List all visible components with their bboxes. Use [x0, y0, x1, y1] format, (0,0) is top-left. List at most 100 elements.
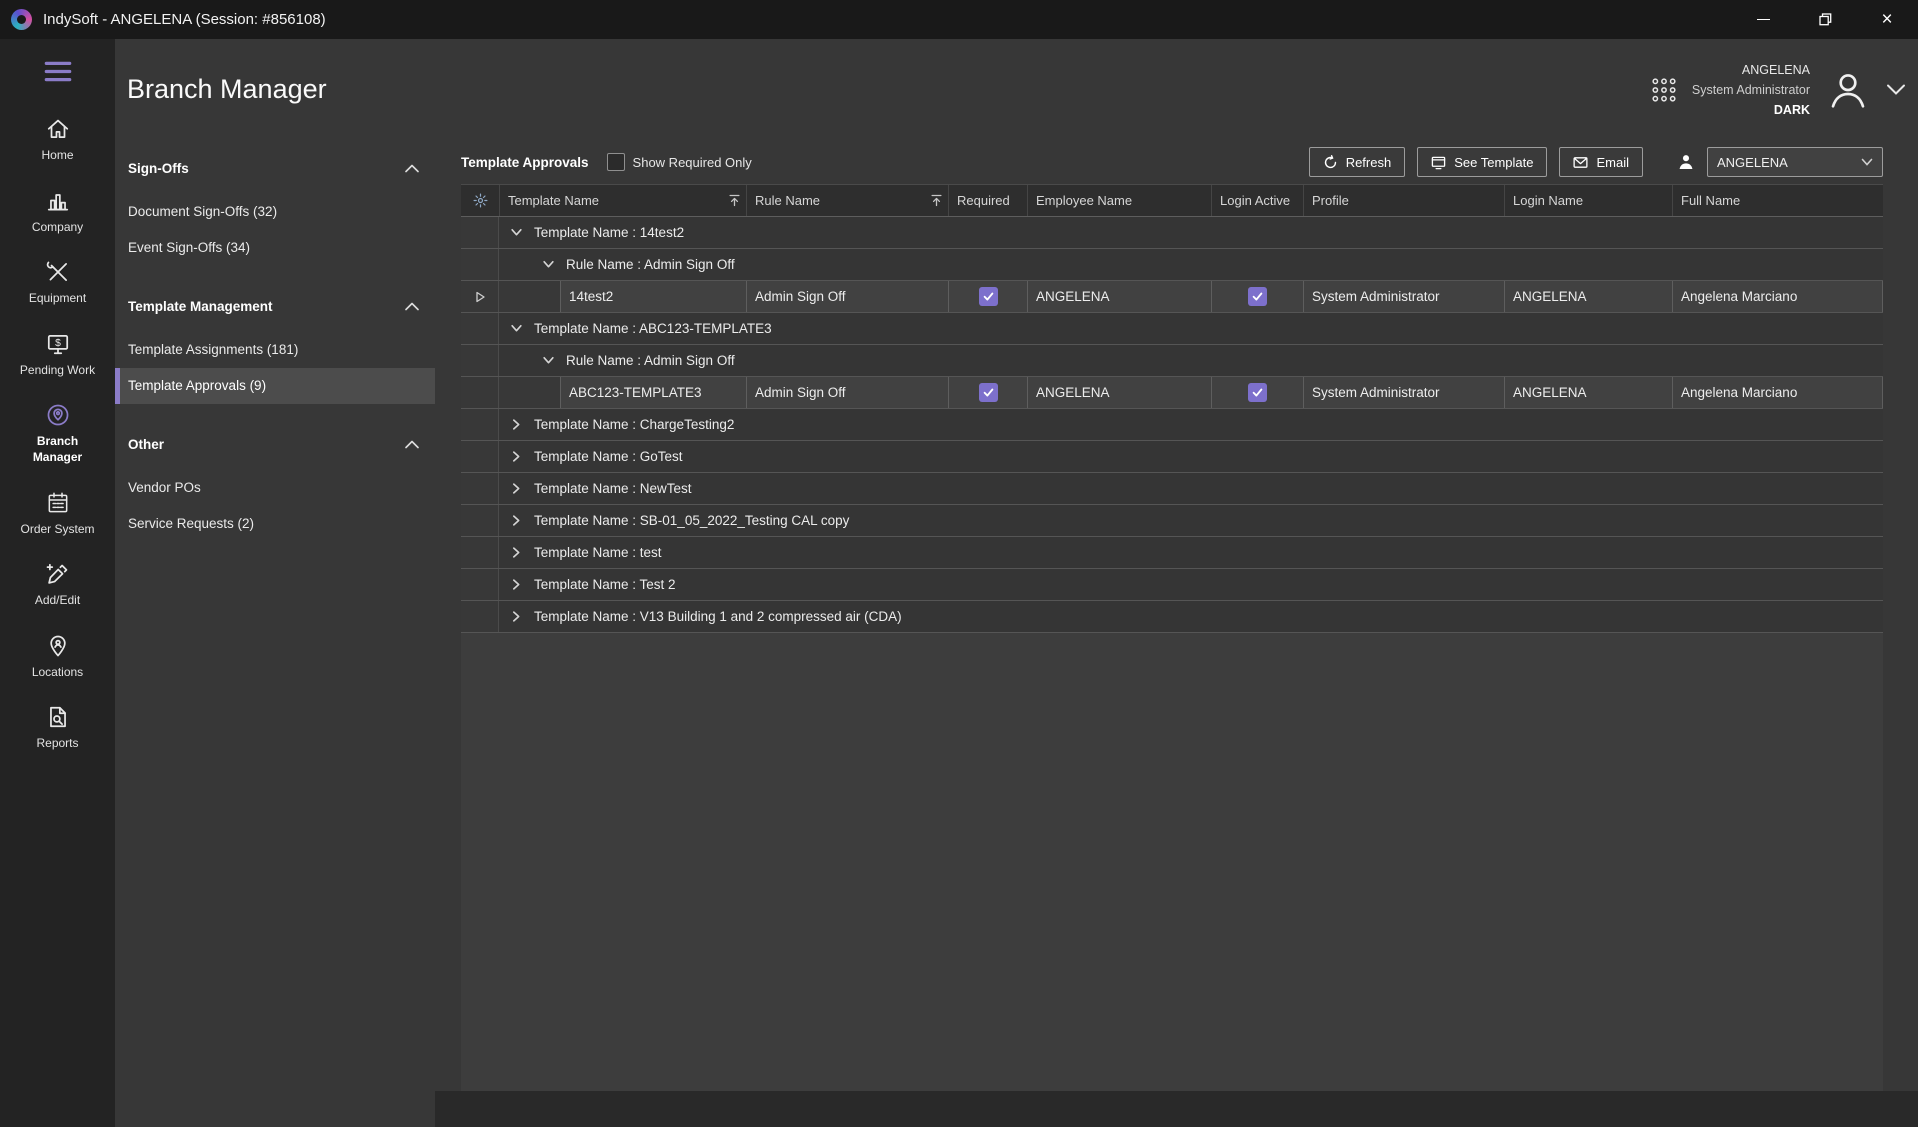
- chevron-right-icon[interactable]: [510, 514, 523, 527]
- email-button-label: Email: [1596, 155, 1629, 170]
- grid-subgroup-row[interactable]: Rule Name : Admin Sign Off: [461, 249, 1883, 281]
- nav-item-branch-manager[interactable]: Branch Manager: [0, 394, 115, 473]
- login-name-cell: ANGELENA: [1504, 377, 1672, 408]
- add-edit-icon: [45, 561, 71, 587]
- grid-group-row[interactable]: Template Name : SB-01_05_2022_Testing CA…: [461, 505, 1883, 537]
- chevron-down-icon[interactable]: [542, 258, 555, 271]
- template-name-cell: ABC123-TEMPLATE3: [560, 377, 746, 408]
- titlebar: IndySoft - ANGELENA (Session: #856108) ×: [0, 0, 1918, 39]
- chevron-down-icon[interactable]: [510, 226, 523, 239]
- grid-subgroup-row[interactable]: Rule Name : Admin Sign Off: [461, 345, 1883, 377]
- indysoft-logo-icon: [11, 9, 32, 30]
- grid-data-row[interactable]: ABC123-TEMPLATE3Admin Sign OffANGELENASy…: [461, 377, 1883, 409]
- user-theme: DARK: [1692, 100, 1810, 120]
- nav-item-label: Pending Work: [20, 363, 95, 379]
- required-checkbox[interactable]: [979, 383, 998, 402]
- chevron-right-icon[interactable]: [510, 610, 523, 623]
- column-header-login-active[interactable]: Login Active: [1211, 185, 1303, 216]
- checkbox-unchecked-icon[interactable]: [607, 153, 625, 171]
- refresh-button[interactable]: Refresh: [1309, 147, 1406, 177]
- section-header-other[interactable]: Other: [115, 426, 435, 462]
- chevron-right-icon[interactable]: [510, 546, 523, 559]
- show-required-only-checkbox[interactable]: Show Required Only: [607, 153, 752, 171]
- row-indicator-gutter: [461, 441, 499, 472]
- chevron-up-icon: [405, 440, 419, 449]
- apps-grid-icon[interactable]: [1651, 77, 1677, 103]
- nav-sidebar: Home Company Equipment $Pending Work Branch …: [0, 39, 115, 1127]
- sidebar-item-vendor-pos[interactable]: Vendor POs: [115, 470, 435, 506]
- nav-item-pending-work[interactable]: $Pending Work: [0, 323, 115, 387]
- user-info: ANGELENA System Administrator DARK: [1692, 60, 1810, 120]
- column-header-required[interactable]: Required: [948, 185, 1027, 216]
- user-filter-select[interactable]: ANGELENA: [1707, 147, 1883, 177]
- grid-group-row[interactable]: Template Name : 14test2: [461, 217, 1883, 249]
- nav-item-add-edit[interactable]: Add/Edit: [0, 553, 115, 617]
- chevron-down-icon[interactable]: [542, 354, 555, 367]
- grid-group-row[interactable]: Template Name : NewTest: [461, 473, 1883, 505]
- nav-item-equipment[interactable]: Equipment: [0, 251, 115, 315]
- chevron-right-icon[interactable]: [510, 450, 523, 463]
- order-system-icon: [45, 490, 71, 516]
- nav-item-locations[interactable]: Locations: [0, 625, 115, 689]
- chevron-right-icon[interactable]: [510, 418, 523, 431]
- column-header-full-name[interactable]: Full Name: [1672, 185, 1883, 216]
- employee-name-cell: ANGELENA: [1027, 281, 1211, 312]
- reports-icon: [45, 704, 71, 730]
- section-header-sign-offs[interactable]: Sign-Offs: [115, 150, 435, 186]
- column-header-employee-name[interactable]: Employee Name: [1027, 185, 1211, 216]
- group-label: Rule Name : Admin Sign Off: [566, 257, 735, 272]
- grid-body: Template Name : 14test2 Rule Name : Admin…: [461, 217, 1883, 633]
- sidebar-item-template-assignments-181[interactable]: Template Assignments (181): [115, 332, 435, 368]
- nav-item-home[interactable]: Home: [0, 108, 115, 172]
- see-template-button-label: See Template: [1454, 155, 1533, 170]
- section-header-template-management[interactable]: Template Management: [115, 288, 435, 324]
- close-icon: ×: [1881, 10, 1892, 29]
- sidebar-item-service-requests-2[interactable]: Service Requests (2): [115, 506, 435, 542]
- login-active-checkbox[interactable]: [1248, 287, 1267, 306]
- maximize-button[interactable]: [1794, 0, 1856, 39]
- chevron-right-icon[interactable]: [510, 578, 523, 591]
- column-chooser-cell[interactable]: [461, 185, 499, 216]
- row-indicator-gutter: [461, 377, 499, 408]
- refresh-icon: [1323, 155, 1338, 170]
- sidebar-item-event-sign-offs-34[interactable]: Event Sign-Offs (34): [115, 230, 435, 266]
- see-template-button[interactable]: See Template: [1417, 147, 1547, 177]
- column-header-rule-name[interactable]: Rule Name: [746, 185, 948, 216]
- hamburger-menu-icon[interactable]: [34, 55, 82, 88]
- row-indicator-gutter: [461, 217, 499, 248]
- grid-title: Template Approvals: [461, 155, 589, 170]
- login-active-checkbox[interactable]: [1248, 383, 1267, 402]
- grid-empty-area: [461, 633, 1883, 1091]
- column-header-profile[interactable]: Profile: [1303, 185, 1504, 216]
- grid-group-row[interactable]: Template Name : ABC123-TEMPLATE3: [461, 313, 1883, 345]
- row-indicator-gutter: [461, 537, 499, 568]
- nav-item-company[interactable]: Company: [0, 180, 115, 244]
- user-menu-chevron-icon[interactable]: [1886, 83, 1906, 96]
- sidebar-item-template-approvals-9[interactable]: Template Approvals (9): [115, 368, 435, 404]
- grid-group-row[interactable]: Template Name : V13 Building 1 and 2 com…: [461, 601, 1883, 633]
- grid-group-row[interactable]: Template Name : GoTest: [461, 441, 1883, 473]
- page-title: Branch Manager: [127, 74, 327, 105]
- grid-group-row[interactable]: Template Name : ChargeTesting2: [461, 409, 1883, 441]
- required-checkbox[interactable]: [979, 287, 998, 306]
- chevron-down-icon[interactable]: [510, 322, 523, 335]
- full-name-cell: Angelena Marciano: [1672, 377, 1883, 408]
- sidebar-item-document-sign-offs-32[interactable]: Document Sign-Offs (32): [115, 194, 435, 230]
- right-region: Branch Manager ANGELENA System Administr…: [115, 39, 1918, 1127]
- row-indicator-gutter: [461, 473, 499, 504]
- chevron-right-icon[interactable]: [510, 482, 523, 495]
- avatar[interactable]: [1825, 67, 1871, 113]
- grid-data-row[interactable]: 14test2Admin Sign OffANGELENASystem Admi…: [461, 281, 1883, 313]
- column-header-login-name[interactable]: Login Name: [1504, 185, 1672, 216]
- nav-item-label: Reports: [36, 736, 78, 752]
- grid-group-row[interactable]: Template Name : Test 2: [461, 569, 1883, 601]
- grid-group-row[interactable]: Template Name : test: [461, 537, 1883, 569]
- close-button[interactable]: ×: [1856, 0, 1918, 39]
- row-indicator-gutter: [461, 569, 499, 600]
- email-button[interactable]: Email: [1559, 147, 1643, 177]
- rule-name-cell: Admin Sign Off: [746, 281, 948, 312]
- column-header-template-name[interactable]: Template Name: [499, 185, 746, 216]
- nav-item-reports[interactable]: Reports: [0, 696, 115, 760]
- minimize-button[interactable]: [1732, 0, 1794, 39]
- nav-item-order-system[interactable]: Order System: [0, 482, 115, 546]
